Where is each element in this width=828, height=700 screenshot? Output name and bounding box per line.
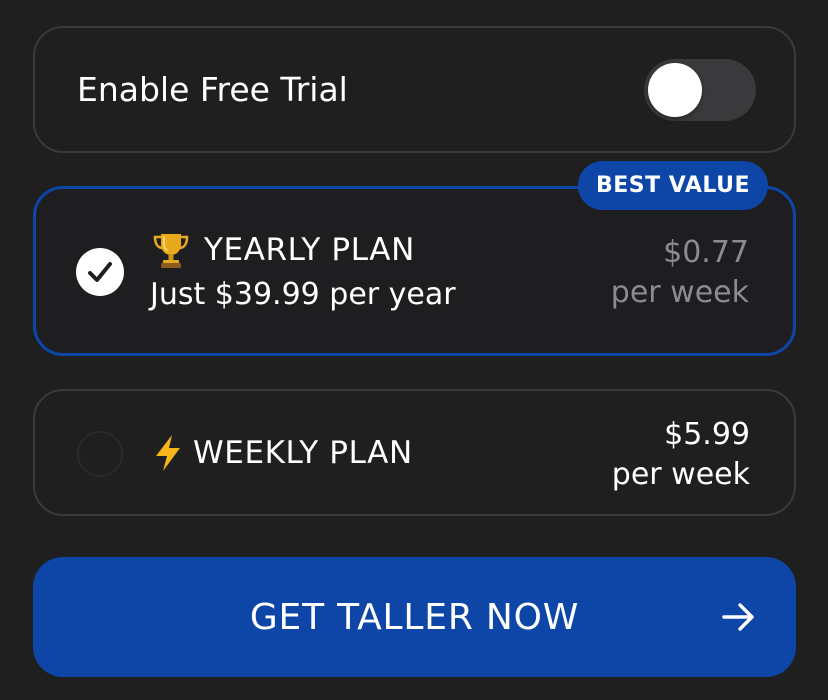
weekly-plan-price: $5.99 per week xyxy=(612,415,750,495)
arrow-right-icon xyxy=(722,603,754,631)
weekly-price-amount: $5.99 xyxy=(664,417,750,452)
toggle-knob xyxy=(648,63,702,117)
yearly-price-amount: $0.77 xyxy=(663,235,749,270)
trophy-icon xyxy=(150,229,192,271)
radio-unselected-icon xyxy=(77,431,123,477)
weekly-plan-option[interactable]: WEEKLY PLAN $5.99 per week xyxy=(33,389,796,516)
free-trial-label: Enable Free Trial xyxy=(77,70,348,109)
best-value-badge: BEST VALUE xyxy=(578,161,768,210)
yearly-price-unit: per week xyxy=(610,275,749,310)
yearly-plan-title-row: YEARLY PLAN xyxy=(150,229,415,271)
lightning-bolt-icon xyxy=(151,433,185,473)
weekly-price-unit: per week xyxy=(611,457,750,492)
get-taller-now-button[interactable]: GET TALLER NOW xyxy=(33,557,796,677)
yearly-plan-title: YEARLY PLAN xyxy=(204,232,415,268)
weekly-plan-title-row: WEEKLY PLAN xyxy=(151,431,413,475)
free-trial-card: Enable Free Trial xyxy=(33,26,796,153)
weekly-plan-title: WEEKLY PLAN xyxy=(193,435,413,471)
yearly-plan-price: $0.77 per week xyxy=(611,233,749,313)
checkmark-icon xyxy=(76,248,124,296)
free-trial-toggle[interactable] xyxy=(644,59,756,121)
cta-label: GET TALLER NOW xyxy=(249,597,580,638)
yearly-plan-subtitle: Just $39.99 per year xyxy=(150,277,456,312)
yearly-plan-option[interactable]: YEARLY PLAN Just $39.99 per year $0.77 p… xyxy=(33,186,796,356)
